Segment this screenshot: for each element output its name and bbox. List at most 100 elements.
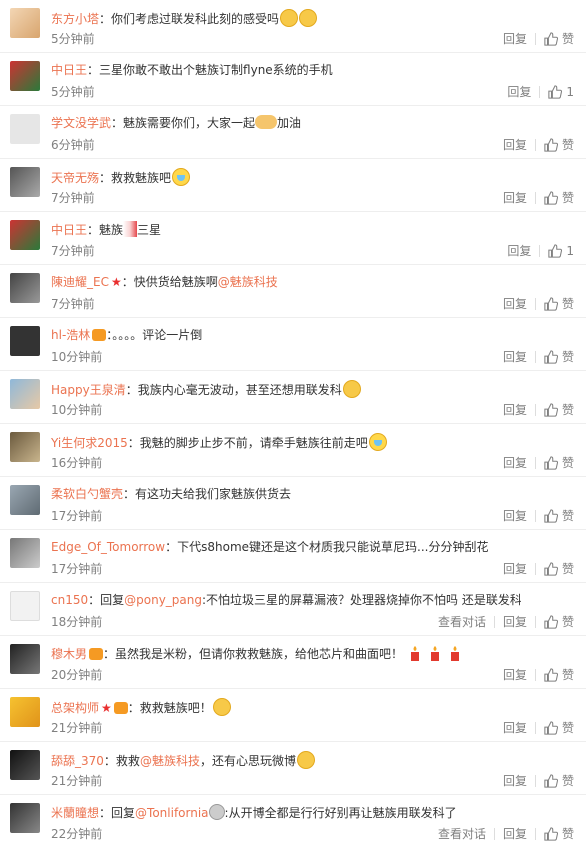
mention-link[interactable]: @魅族科技: [140, 754, 200, 768]
avatar[interactable]: [10, 538, 40, 568]
comment-username[interactable]: 总架构师: [51, 701, 99, 715]
crying-emoji-icon: [368, 433, 387, 451]
comment-username[interactable]: cn150: [51, 593, 88, 607]
reply-button[interactable]: 回复: [503, 668, 527, 682]
avatar[interactable]: [10, 8, 40, 38]
view-dialog-button[interactable]: 查看对话: [438, 615, 486, 629]
thumbs-up-icon: [544, 615, 558, 629]
like-button[interactable]: 赞: [544, 191, 574, 205]
comment-username[interactable]: Happy王泉清: [51, 383, 126, 397]
mention-link[interactable]: @pony_pang: [124, 593, 202, 607]
doge-emoji-icon: [296, 751, 315, 769]
avatar[interactable]: [10, 167, 40, 197]
like-button[interactable]: 赞: [544, 668, 574, 682]
divider: [534, 828, 536, 840]
comment-time: 20分钟前: [51, 668, 103, 682]
comment-username[interactable]: 米蘭瞳想: [51, 806, 99, 820]
handshake-emoji-icon: [255, 115, 278, 129]
candle-icon: [431, 646, 440, 661]
comment-username[interactable]: 柔软白勺蟹壳: [51, 487, 123, 501]
like-button[interactable]: 赞: [544, 774, 574, 788]
mention-link[interactable]: @Tonlifornia: [135, 806, 209, 820]
like-button[interactable]: 1: [548, 244, 574, 258]
reply-button[interactable]: 回复: [503, 350, 527, 364]
reply-button[interactable]: 回复: [503, 562, 527, 576]
like-button[interactable]: 赞: [544, 403, 574, 417]
comment-item: 学文没学武：魅族需要你们，大家一起 加油 6分钟前 回复 赞: [0, 106, 586, 159]
comment-username[interactable]: 东方小塔: [51, 12, 99, 26]
comment-item: 柔软白勺蟹壳：有这功夫给我们家魅族供货去 17分钟前 回复 赞: [0, 477, 586, 530]
mention-link[interactable]: @魅族科技: [218, 275, 278, 289]
like-button[interactable]: 赞: [544, 827, 574, 841]
view-dialog-button[interactable]: 查看对话: [438, 827, 486, 841]
divider: [534, 33, 536, 45]
crying-emoji-icon: [172, 168, 191, 186]
comment-username[interactable]: 中日王: [51, 223, 87, 237]
reply-button[interactable]: 回复: [503, 827, 527, 841]
like-button[interactable]: 1: [548, 85, 574, 99]
comment-username[interactable]: hl-浩林: [51, 328, 90, 342]
comment-time: 5分钟前: [51, 85, 95, 99]
reply-button[interactable]: 回复: [503, 297, 527, 311]
like-button[interactable]: 赞: [544, 350, 574, 364]
avatar[interactable]: [10, 697, 40, 727]
comment-username[interactable]: 天帝无殇: [51, 171, 99, 185]
reply-button[interactable]: 回复: [503, 615, 527, 629]
reply-button[interactable]: 回复: [503, 721, 527, 735]
avatar[interactable]: [10, 220, 40, 250]
like-button[interactable]: 赞: [544, 562, 574, 576]
reply-button[interactable]: 回复: [503, 138, 527, 152]
thumbs-up-icon: [544, 32, 558, 46]
like-button[interactable]: 赞: [544, 32, 574, 46]
comment-actions: 回复 赞: [503, 350, 574, 364]
like-button[interactable]: 赞: [544, 615, 574, 629]
reply-button[interactable]: 回复: [507, 85, 531, 99]
reply-button[interactable]: 回复: [503, 456, 527, 470]
comment-text: 。。。。评论一片倒: [112, 328, 203, 342]
comment-item: hl-浩林 ：。。。。评论一片倒 10分钟前 回复 赞: [0, 318, 586, 371]
comment-username[interactable]: Edge_Of_Tomorrow: [51, 540, 165, 554]
comment-content: 中日王：魅族 三星: [51, 221, 162, 237]
avatar[interactable]: [10, 803, 40, 833]
comment-username[interactable]: 舔舔_370: [51, 754, 104, 768]
avatar[interactable]: [10, 750, 40, 780]
thumbs-up-icon: [544, 668, 558, 682]
comment-username[interactable]: 穆木男: [51, 647, 87, 661]
avatar[interactable]: [10, 644, 40, 674]
avatar[interactable]: [10, 379, 40, 409]
reply-button[interactable]: 回复: [503, 191, 527, 205]
comment-time: 18分钟前: [51, 615, 103, 629]
reply-button[interactable]: 回复: [503, 403, 527, 417]
reply-button[interactable]: 回复: [503, 32, 527, 46]
avatar[interactable]: [10, 326, 40, 356]
comment-actions: 回复 赞: [503, 403, 574, 417]
comment-username[interactable]: 中日王: [51, 63, 87, 77]
avatar[interactable]: [10, 114, 40, 144]
comment-content: 东方小塔：你们考虑过联发科此刻的感受吗: [51, 9, 521, 28]
like-button[interactable]: 赞: [544, 509, 574, 523]
reply-button[interactable]: 回复: [503, 774, 527, 788]
like-button[interactable]: 赞: [544, 721, 574, 735]
comment-content: hl-浩林 ：。。。。评论一片倒: [51, 328, 203, 342]
comment-username[interactable]: 学文没学武: [51, 116, 111, 130]
avatar[interactable]: [10, 61, 40, 91]
comment-username[interactable]: Yi生何求2015: [51, 436, 128, 450]
avatar[interactable]: [10, 273, 40, 303]
avatar[interactable]: [10, 485, 40, 515]
comment-actions: 回复 1: [507, 85, 574, 99]
like-button[interactable]: 赞: [544, 138, 574, 152]
comment-content: Yi生何求2015：我魅的脚步止步不前，请牵手魅族往前走吧: [51, 433, 521, 452]
candle-icon: [411, 646, 420, 661]
comment-username[interactable]: 陳迪耀_EC: [51, 275, 109, 289]
avatar[interactable]: [10, 591, 40, 621]
like-button[interactable]: 赞: [544, 456, 574, 470]
star-badge-icon: ★: [110, 275, 122, 289]
sticker-emoji-icon: [208, 804, 225, 820]
like-button[interactable]: 赞: [544, 297, 574, 311]
comment-text: 三星你敢不敢出个魅族订制flyne系统的手机: [99, 63, 333, 77]
comment-text: 你们考虑过联发科此刻的感受吗: [111, 12, 280, 26]
comment-content: 柔软白勺蟹壳：有这功夫给我们家魅族供货去: [51, 487, 292, 501]
reply-button[interactable]: 回复: [503, 509, 527, 523]
reply-button[interactable]: 回复: [507, 244, 531, 258]
avatar[interactable]: [10, 432, 40, 462]
